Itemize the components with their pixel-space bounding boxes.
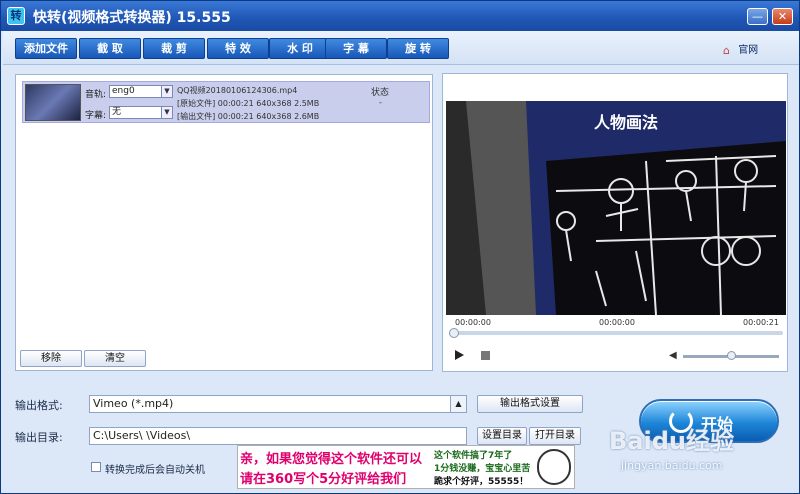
subtitle-track-value: 无 [112, 107, 122, 117]
minimize-button[interactable]: — [747, 8, 768, 25]
output-dir-field[interactable]: C:\Users\ \Videos\ [89, 427, 467, 445]
remove-button[interactable]: 移除 [20, 350, 82, 367]
shutdown-checkbox[interactable] [91, 462, 101, 472]
seek-thumb[interactable] [449, 328, 459, 338]
time-end: 00:00:21 [743, 318, 779, 327]
website-link[interactable]: ⌂ 官网 [723, 41, 759, 57]
rotate-button[interactable]: 旋 转 [387, 38, 449, 59]
website-label: 官网 [738, 45, 759, 56]
audio-track-label: 音轨: [85, 90, 107, 100]
banner-line-2: 请在360写个5分好评给我们 [240, 472, 407, 487]
window-title: 快转(视频格式转换器) 15.555 [33, 10, 231, 26]
title-bar[interactable]: 转 快转(视频格式转换器) 15.555 — ✕ [1, 1, 799, 31]
source-file-info: [原始文件] 00:00:21 640x368 2.5MB [177, 99, 320, 108]
ad-banner[interactable]: 亲，如果您觉得这个软件还可以 请在360写个5分好评给我们 这个软件搞了7年了 … [237, 445, 575, 489]
mascot-icon [537, 449, 571, 485]
shutdown-label: 转换完成后会自动关机 [105, 465, 205, 476]
play-icon[interactable] [455, 350, 464, 360]
output-format-label: 输出格式: [15, 399, 63, 412]
banner-line-4: 1分钱没赚，宝宝心里苦 [434, 464, 531, 474]
preview-panel: 人物画法 00:00:00 00:00:00 00:00:21 ◀ [442, 73, 788, 372]
audio-track-value: eng0 [112, 86, 135, 96]
output-format-select[interactable]: Vimeo (*.mp4) ▲ [89, 395, 467, 413]
volume-icon[interactable]: ◀ [669, 350, 677, 361]
app-icon: 转 [7, 7, 25, 25]
clear-button[interactable]: 清空 [84, 350, 146, 367]
main-window: 转 快转(视频格式转换器) 15.555 — ✕ 添加文件 截 取 裁 剪 特 … [0, 0, 800, 494]
trim-button[interactable]: 截 取 [79, 38, 141, 59]
video-caption: 人物画法 [594, 113, 659, 132]
banner-line-1: 亲，如果您觉得这个软件还可以 [240, 452, 423, 467]
time-start: 00:00:00 [455, 318, 491, 327]
output-dir-label: 输出目录: [15, 431, 63, 444]
subtitle-track-label: 字幕: [85, 111, 107, 121]
output-file-info: [输出文件] 00:00:21 640x368 2.6MB [177, 112, 320, 121]
video-frame[interactable]: 人物画法 [446, 101, 786, 315]
toolbar: 添加文件 截 取 裁 剪 特 效 水 印 字 幕 旋 转 ⌂ 官网 [3, 31, 799, 65]
subtitle-track-select[interactable]: 无 ▼ [109, 106, 173, 119]
video-image [446, 101, 786, 315]
banner-line-3: 这个软件搞了7年了 [434, 451, 513, 461]
chevron-down-icon: ▼ [161, 86, 172, 97]
open-dir-button[interactable]: 打开目录 [529, 427, 581, 445]
crop-button[interactable]: 裁 剪 [143, 38, 205, 59]
output-format-value: Vimeo (*.mp4) [93, 397, 174, 410]
file-list-item[interactable]: 音轨: eng0 ▼ 字幕: 无 ▼ QQ视频20180106124306.mp… [22, 81, 430, 123]
seek-bar[interactable] [449, 331, 783, 335]
banner-line-5: 跪求个好评，55555！ [434, 477, 529, 487]
subtitle-button[interactable]: 字 幕 [325, 38, 387, 59]
status-header: 状态 [371, 88, 390, 98]
set-dir-button[interactable]: 设置目录 [477, 427, 527, 445]
time-current: 00:00:00 [599, 318, 635, 327]
home-icon: ⌂ [723, 44, 730, 57]
volume-thumb[interactable] [726, 351, 736, 360]
add-file-button[interactable]: 添加文件 [15, 38, 77, 59]
file-list: 音轨: eng0 ▼ 字幕: 无 ▼ QQ视频20180106124306.mp… [15, 74, 433, 371]
watermark-url: jingyan.baidu.com [621, 459, 723, 472]
stop-icon[interactable] [481, 351, 490, 360]
format-settings-button[interactable]: 输出格式设置 [477, 395, 583, 413]
close-button[interactable]: ✕ [772, 8, 793, 25]
video-thumbnail [25, 84, 81, 121]
watermark-button[interactable]: 水 印 [269, 38, 331, 59]
watermark-logo: Baidu经验 [609, 427, 734, 455]
status-value: - [379, 98, 382, 107]
effects-button[interactable]: 特 效 [207, 38, 269, 59]
audio-track-select[interactable]: eng0 ▼ [109, 85, 173, 98]
chevron-up-icon: ▲ [450, 396, 466, 412]
chevron-down-icon: ▼ [161, 107, 172, 118]
file-name: QQ视频20180106124306.mp4 [177, 86, 298, 95]
